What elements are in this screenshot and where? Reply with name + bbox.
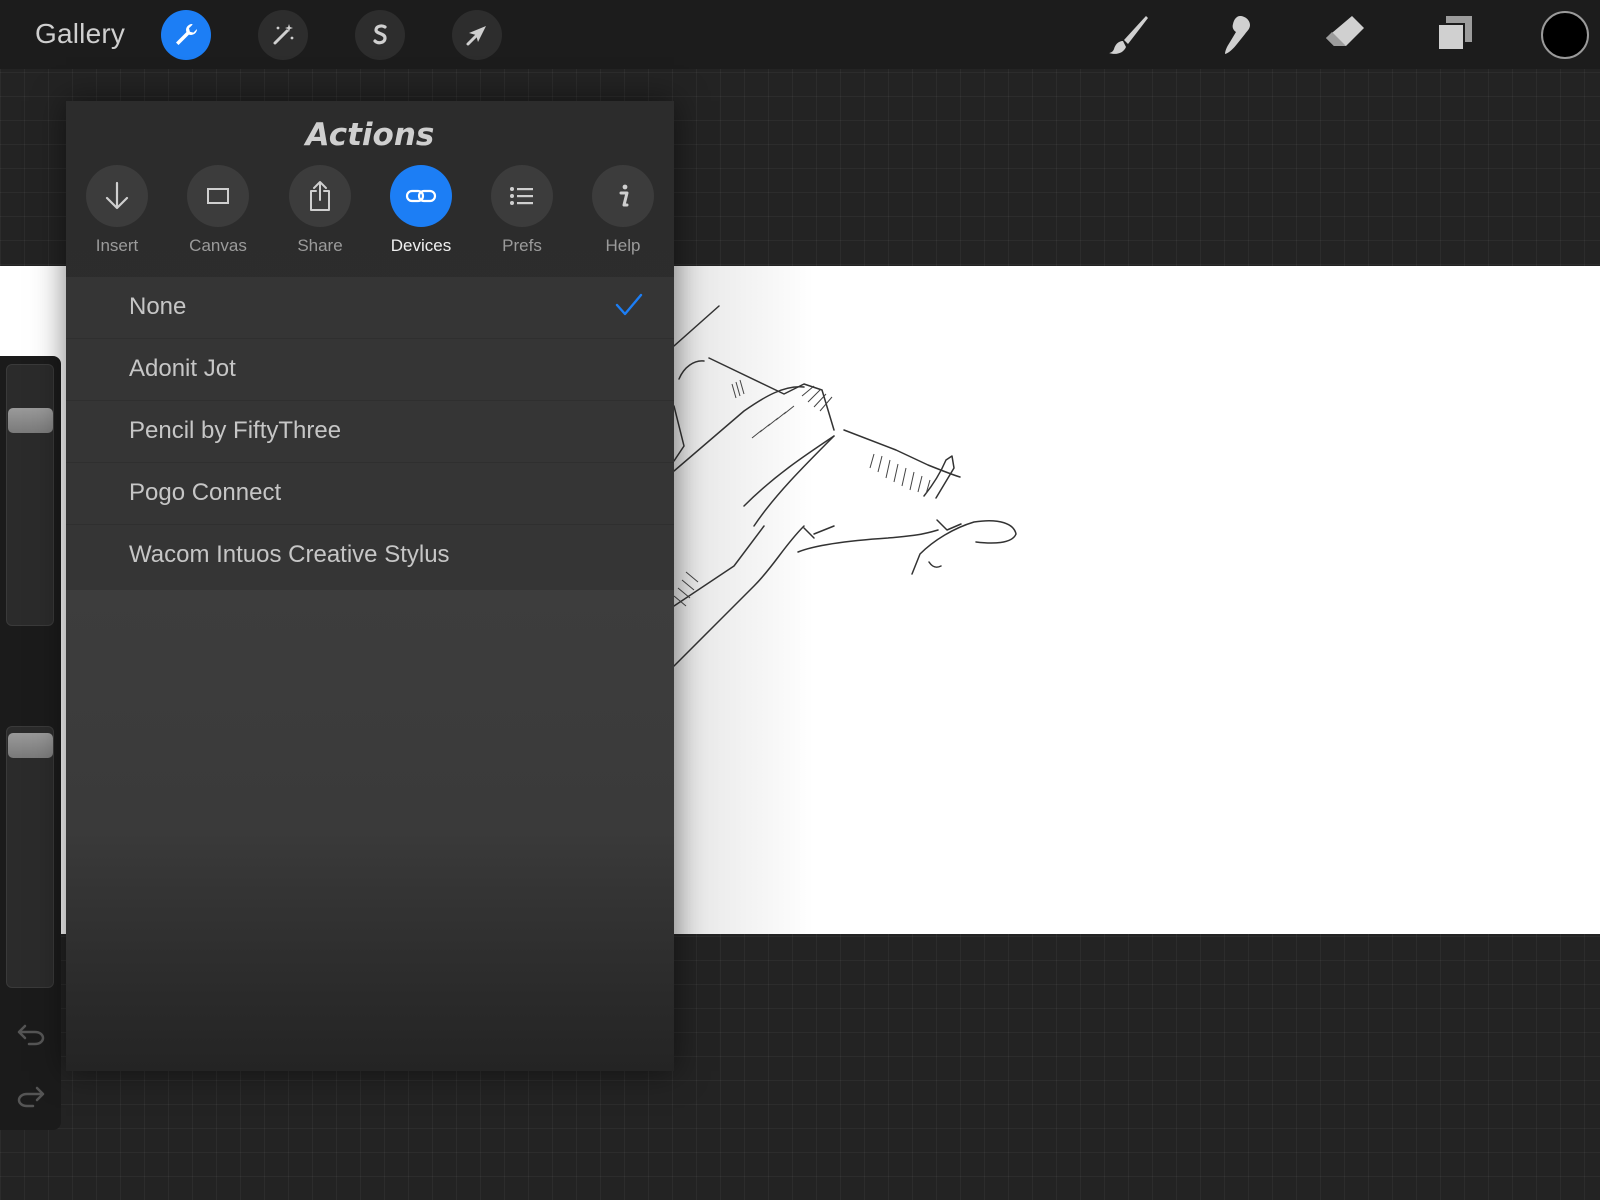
tab-label: Prefs bbox=[502, 236, 542, 255]
tab-insert[interactable]: Insert bbox=[66, 165, 168, 256]
device-label: None bbox=[129, 293, 187, 320]
transform-arrow-icon[interactable] bbox=[452, 10, 502, 60]
tab-help[interactable]: Help bbox=[572, 165, 674, 256]
insert-arrow-down-icon bbox=[86, 165, 148, 227]
tab-label: Devices bbox=[390, 236, 452, 255]
brush-icon[interactable] bbox=[1104, 12, 1154, 58]
canvas-rectangle-icon bbox=[187, 165, 249, 227]
devices-link-icon bbox=[390, 165, 452, 227]
tab-share[interactable]: Share bbox=[269, 165, 371, 256]
tab-canvas[interactable]: Canvas bbox=[167, 165, 269, 256]
devices-list: None Adonit Jot Pencil by FiftyThree Pog… bbox=[66, 277, 674, 590]
checkmark-icon bbox=[615, 293, 643, 316]
prefs-list-icon bbox=[491, 165, 553, 227]
ink-sketch-drawing bbox=[674, 305, 1017, 667]
device-option-pogo-connect[interactable]: Pogo Connect bbox=[66, 463, 674, 525]
help-info-icon bbox=[592, 165, 654, 227]
device-label: Pencil by FiftyThree bbox=[129, 417, 342, 444]
share-icon bbox=[289, 165, 351, 227]
panel-empty-area bbox=[66, 590, 674, 1071]
tab-devices[interactable]: Devices bbox=[370, 165, 472, 256]
tab-label: Help bbox=[605, 236, 641, 255]
redo-icon[interactable] bbox=[16, 1084, 46, 1108]
device-option-none[interactable]: None bbox=[66, 277, 674, 339]
panel-title: Actions bbox=[305, 117, 435, 153]
top-toolbar: Gallery bbox=[0, 0, 1600, 69]
tab-label: Share bbox=[297, 236, 343, 255]
opacity-slider[interactable] bbox=[6, 726, 54, 988]
brush-size-slider[interactable] bbox=[6, 364, 54, 626]
actions-wrench-icon[interactable] bbox=[161, 10, 211, 60]
layers-icon[interactable] bbox=[1430, 12, 1480, 58]
device-option-wacom-intuos-creative-stylus[interactable]: Wacom Intuos Creative Stylus bbox=[66, 525, 674, 587]
opacity-slider-thumb[interactable] bbox=[8, 733, 53, 758]
actions-tabs: Insert Canvas Share Devices Prefs Help bbox=[66, 165, 674, 275]
left-sidebar bbox=[0, 356, 61, 1130]
smudge-icon[interactable] bbox=[1212, 12, 1262, 58]
device-option-adonit-jot[interactable]: Adonit Jot bbox=[66, 339, 674, 401]
color-swatch-button[interactable] bbox=[1541, 11, 1589, 59]
tab-prefs[interactable]: Prefs bbox=[471, 165, 573, 256]
gallery-button[interactable]: Gallery bbox=[35, 18, 125, 50]
device-option-pencil-by-fiftythree[interactable]: Pencil by FiftyThree bbox=[66, 401, 674, 463]
adjustments-wand-icon[interactable] bbox=[258, 10, 308, 60]
brush-size-slider-thumb[interactable] bbox=[8, 408, 53, 433]
eraser-icon[interactable] bbox=[1320, 12, 1370, 58]
tab-label: Insert bbox=[95, 236, 139, 255]
device-label: Pogo Connect bbox=[129, 479, 282, 506]
device-label: Wacom Intuos Creative Stylus bbox=[129, 541, 450, 568]
undo-icon[interactable] bbox=[16, 1022, 46, 1046]
tab-label: Canvas bbox=[189, 236, 247, 255]
selection-s-icon[interactable] bbox=[355, 10, 405, 60]
actions-panel: Actions Insert Canvas Share Devices Pref… bbox=[66, 101, 674, 1071]
device-label: Adonit Jot bbox=[129, 355, 236, 382]
